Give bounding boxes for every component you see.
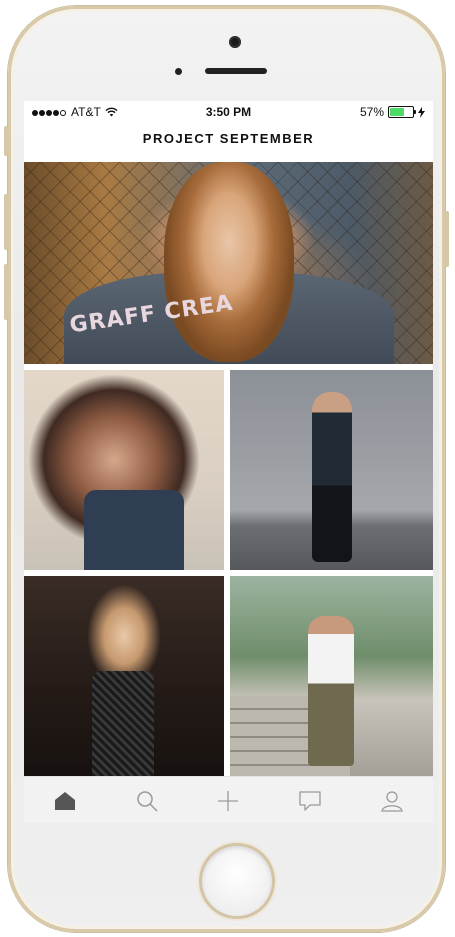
tab-add[interactable] — [208, 781, 248, 821]
feed-photo[interactable] — [24, 576, 224, 776]
proximity-sensor — [175, 68, 182, 75]
power-button — [445, 211, 449, 267]
feed-photo[interactable] — [24, 370, 224, 570]
battery-percent: 57% — [359, 105, 384, 119]
front-camera — [229, 36, 241, 48]
figure-shape — [308, 616, 354, 766]
battery-icon — [388, 106, 416, 118]
tab-bar — [24, 776, 433, 823]
chat-bubble-icon — [299, 790, 321, 811]
feed-photo[interactable] — [230, 370, 433, 570]
tab-messages[interactable] — [290, 781, 330, 821]
volume-down-button — [4, 264, 8, 320]
search-icon — [136, 790, 158, 812]
volume-up-button — [4, 194, 8, 250]
tab-search[interactable] — [127, 781, 167, 821]
face-shape — [164, 162, 294, 362]
lace-dress-shape — [92, 671, 154, 776]
plus-icon — [218, 790, 239, 811]
mute-switch — [4, 126, 8, 156]
earpiece-speaker — [205, 68, 267, 74]
page-title: PROJECT SEPTEMBER — [142, 131, 315, 146]
status-right: 57% — [360, 105, 425, 119]
home-icon — [54, 791, 75, 810]
home-button[interactable] — [202, 846, 272, 916]
figure-shape — [312, 392, 352, 562]
tab-home[interactable] — [45, 781, 85, 821]
battery-fill — [390, 108, 404, 116]
app-screen: AT&T 3:50 PM 57% PROJECT SEPTEMBER GRAFF… — [24, 101, 433, 823]
charging-bolt-icon — [418, 106, 425, 118]
user-icon — [381, 790, 403, 812]
status-bar: AT&T 3:50 PM 57% — [24, 101, 433, 123]
feed-photo-hero[interactable]: GRAFF CREA — [24, 162, 433, 364]
overalls-shape — [84, 490, 184, 570]
feed-photo[interactable] — [230, 576, 433, 776]
tab-profile[interactable] — [372, 781, 412, 821]
